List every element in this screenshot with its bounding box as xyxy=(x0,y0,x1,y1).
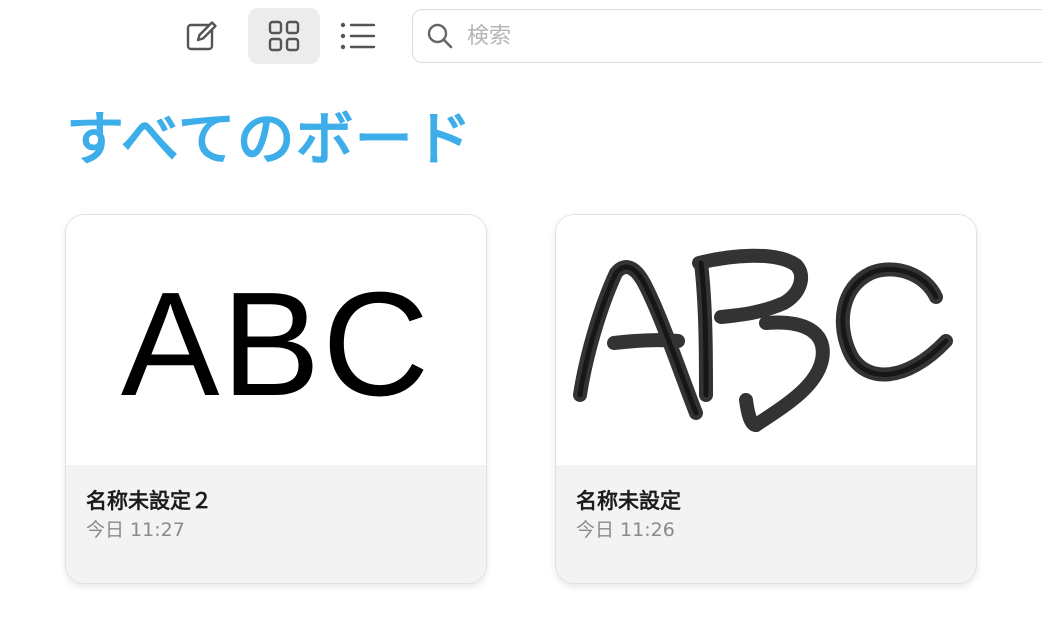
search-bar[interactable] xyxy=(412,9,1042,63)
board-timestamp: 今日 11:26 xyxy=(576,519,675,541)
page-title: すべてのボード xyxy=(66,105,473,173)
compose-icon xyxy=(186,21,217,51)
board-info: 名称未設定２ 今日 11:27 xyxy=(66,465,486,583)
thumbnail-text: ABC xyxy=(120,262,432,427)
toolbar xyxy=(0,0,1042,70)
search-icon xyxy=(425,21,455,51)
handwritten-abc-drawing xyxy=(573,248,953,432)
board-name: 名称未設定２ xyxy=(86,489,212,513)
grid-view-button[interactable] xyxy=(248,8,320,64)
grid-view-icon xyxy=(268,20,300,52)
board-card[interactable]: 名称未設定 今日 11:26 xyxy=(556,215,976,583)
search-input[interactable] xyxy=(465,22,969,50)
board-thumbnail: ABC xyxy=(66,215,486,465)
board-card[interactable]: ABC 名称未設定２ 今日 11:27 xyxy=(66,215,486,583)
board-timestamp: 今日 11:27 xyxy=(86,519,185,541)
board-name: 名称未設定 xyxy=(576,489,681,513)
list-view-button[interactable] xyxy=(322,8,394,64)
board-info: 名称未設定 今日 11:26 xyxy=(556,465,976,583)
board-thumbnail xyxy=(556,215,976,465)
new-board-button[interactable] xyxy=(166,8,238,64)
list-view-icon xyxy=(340,22,376,50)
